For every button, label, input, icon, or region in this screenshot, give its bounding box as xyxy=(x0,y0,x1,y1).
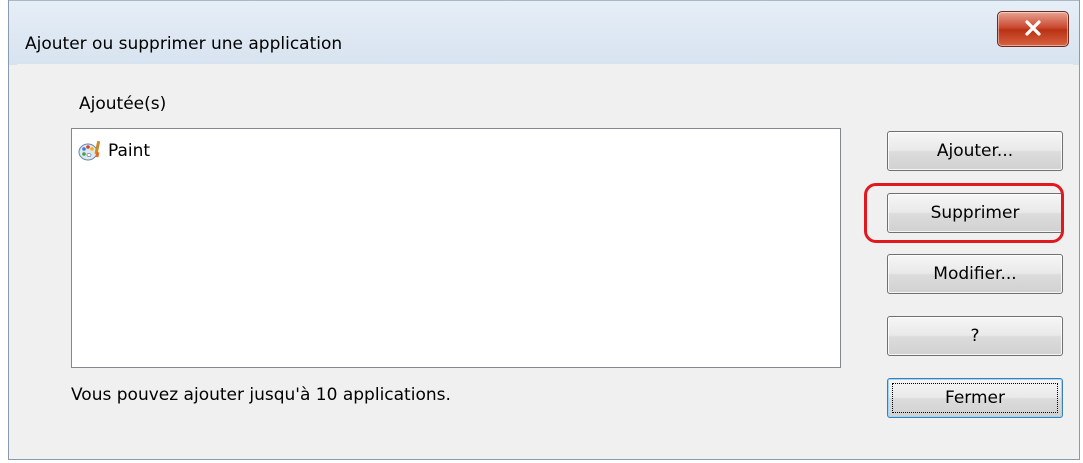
max-applications-note: Vous pouvez ajouter jusqu'à 10 applicati… xyxy=(71,385,451,405)
help-button[interactable]: ? xyxy=(887,316,1063,356)
window-title: Ajouter ou supprimer une application xyxy=(25,34,343,54)
added-list-label: Ajoutée(s) xyxy=(79,94,167,114)
close-button[interactable]: Fermer xyxy=(887,378,1063,418)
remove-button[interactable]: Supprimer xyxy=(887,193,1063,233)
list-item-label: Paint xyxy=(108,141,151,161)
dialog-content: Ajoutée(s) Paint Vous pouvez ajouter jus… xyxy=(17,64,1073,452)
focus-indicator xyxy=(892,383,1058,413)
applications-list[interactable]: Paint xyxy=(71,128,841,368)
close-icon xyxy=(1025,20,1041,36)
dialog-window: Ajouter ou supprimer une application Ajo… xyxy=(8,0,1080,460)
paint-palette-icon xyxy=(78,140,101,161)
modify-button[interactable]: Modifier... xyxy=(887,254,1063,294)
list-item[interactable]: Paint xyxy=(78,139,150,163)
close-window-button[interactable] xyxy=(997,11,1069,47)
add-button[interactable]: Ajouter... xyxy=(887,131,1063,171)
title-bar[interactable]: Ajouter ou supprimer une application xyxy=(9,0,1079,65)
